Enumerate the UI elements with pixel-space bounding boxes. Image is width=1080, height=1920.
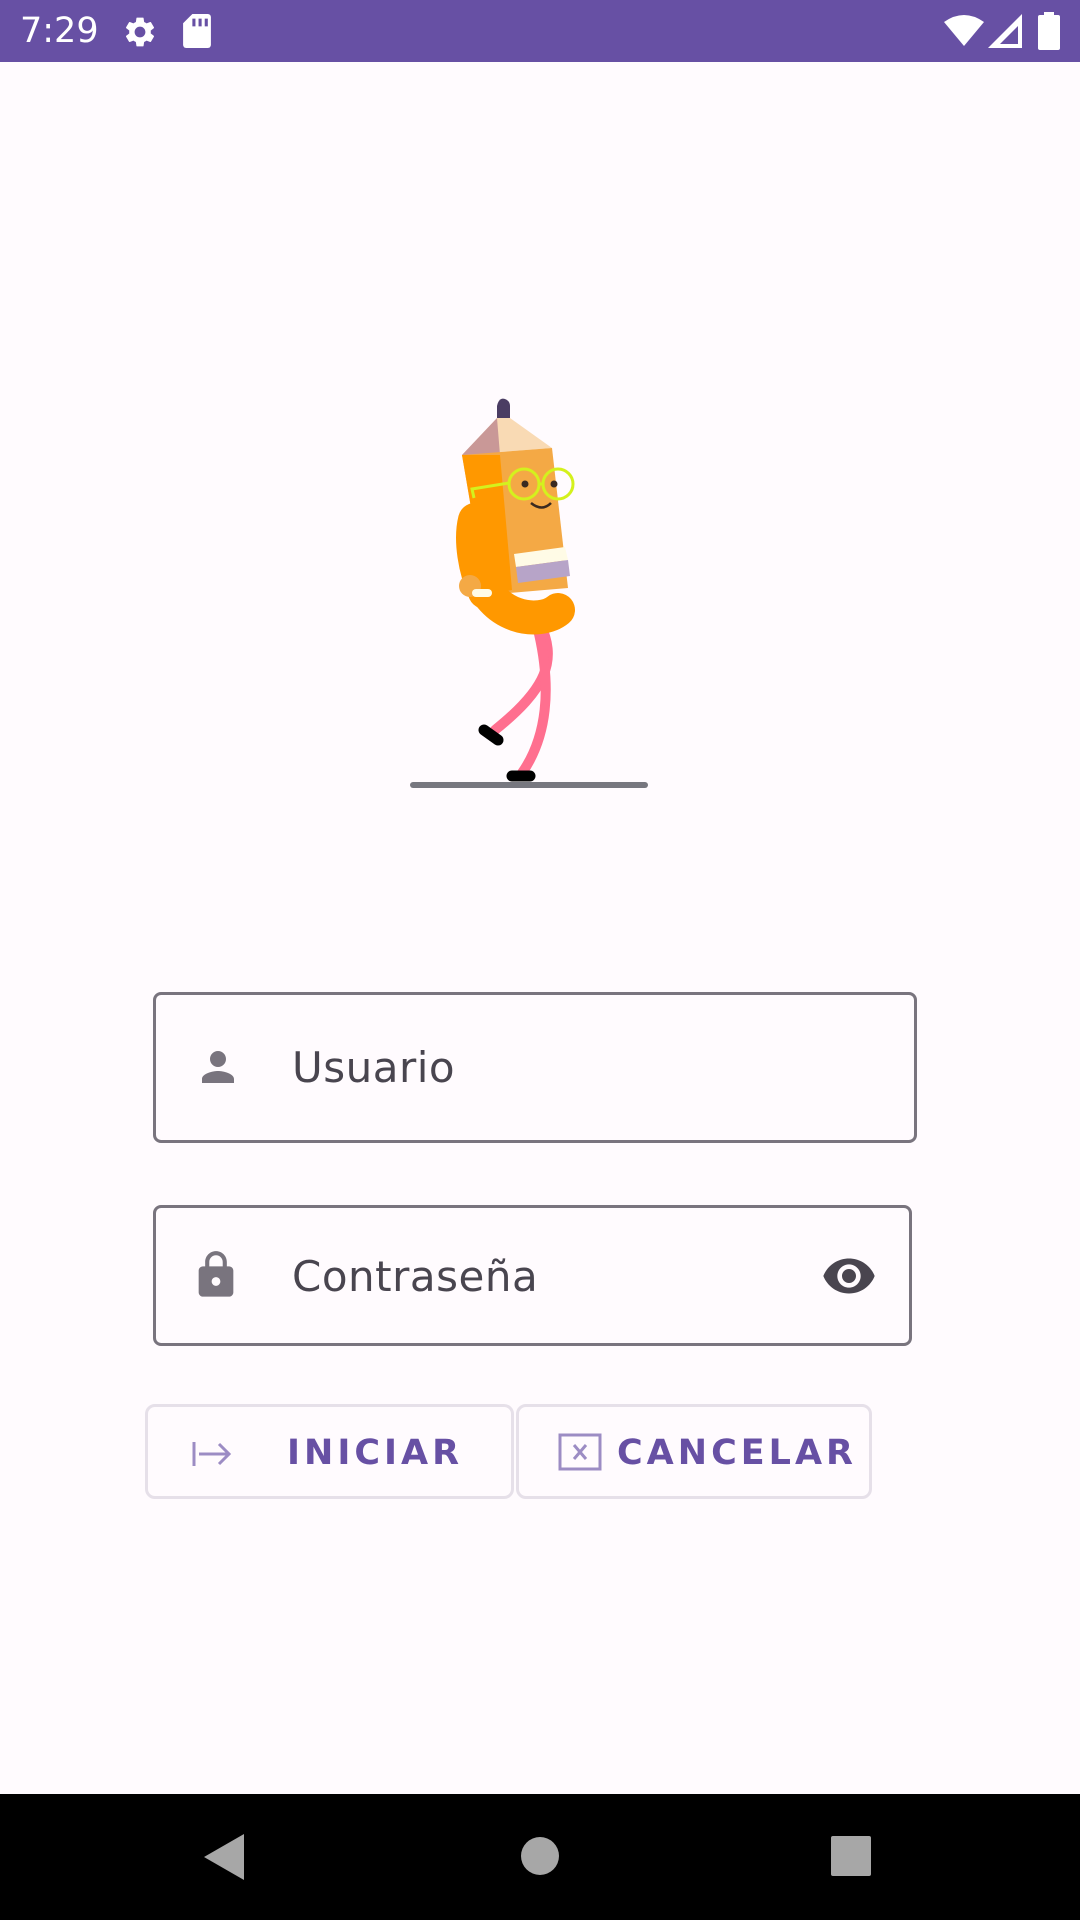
password-placeholder: Contraseña [292, 1252, 539, 1301]
status-bar: 7:29 [0, 0, 1080, 62]
status-time: 7:29 [20, 11, 99, 51]
password-field[interactable]: Contraseña [153, 1205, 912, 1346]
lock-icon [198, 1251, 234, 1297]
settings-icon [125, 17, 155, 47]
back-icon[interactable] [204, 1834, 244, 1880]
wifi-icon [944, 15, 984, 46]
login-arrow-icon [192, 1442, 232, 1466]
login-button-label: INICIAR [287, 1433, 464, 1473]
signal-icon [988, 14, 1022, 48]
walking-pencil-mascot [410, 398, 648, 788]
close-box-icon [558, 1433, 602, 1471]
username-placeholder: Usuario [292, 1043, 456, 1092]
recents-icon[interactable] [831, 1836, 871, 1876]
navigation-bar [0, 1794, 1080, 1920]
cancel-button[interactable]: CANCELAR [516, 1404, 872, 1499]
cancel-button-label: CANCELAR [617, 1433, 858, 1473]
eye-icon[interactable] [818, 1248, 880, 1304]
username-field[interactable]: Usuario [153, 992, 917, 1143]
person-icon [202, 1051, 234, 1083]
home-icon[interactable] [520, 1836, 560, 1876]
battery-icon [1038, 12, 1060, 50]
sd-card-icon [183, 14, 211, 48]
login-button[interactable]: INICIAR [145, 1404, 514, 1499]
